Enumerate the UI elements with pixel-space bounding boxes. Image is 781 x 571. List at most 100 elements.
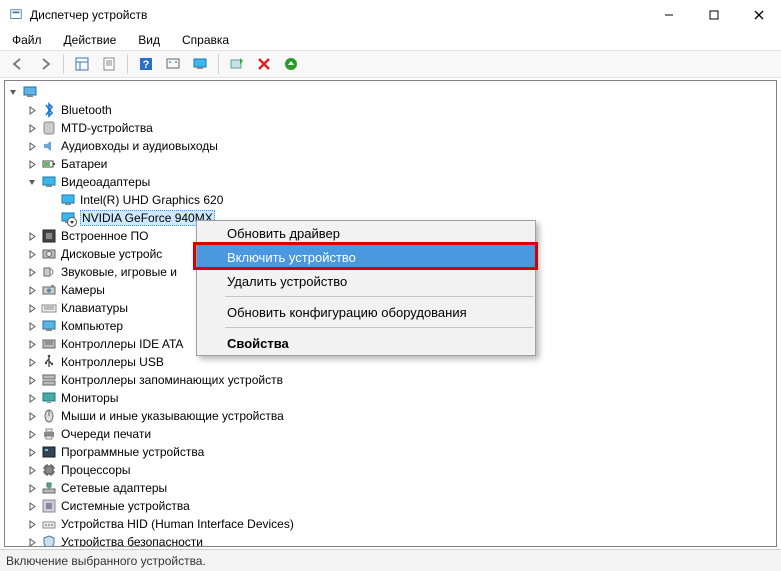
tree-item[interactable]: Устройства безопасности <box>7 533 776 547</box>
tree-item-label: Видеоадаптеры <box>61 175 150 189</box>
toolbar: ? <box>0 50 781 78</box>
tree-item[interactable]: MTD-устройства <box>7 119 776 137</box>
tree-item[interactable]: Очереди печати <box>7 425 776 443</box>
tree-item[interactable]: Аудиовходы и аудиовыходы <box>7 137 776 155</box>
expand-icon[interactable] <box>26 482 39 495</box>
tree-item-label: Bluetooth <box>61 103 112 117</box>
network-icon <box>41 480 57 496</box>
ide-icon <box>41 336 57 352</box>
tree-item-label: Контроллеры IDE ATA <box>61 337 183 351</box>
display-icon <box>60 210 76 226</box>
context-menu-item[interactable]: Обновить конфигурацию оборудования <box>197 300 535 324</box>
storage-icon <box>41 372 57 388</box>
tree-item-label: Мониторы <box>61 391 118 405</box>
context-menu-item[interactable]: Включить устройство <box>197 245 535 269</box>
devices-by-connection-button[interactable] <box>188 53 212 75</box>
view-mode-button[interactable] <box>70 53 94 75</box>
context-menu-separator <box>225 296 533 297</box>
security-icon <box>41 534 57 547</box>
tree-item-label: Встроенное ПО <box>61 229 148 243</box>
computer-icon <box>22 84 38 100</box>
expand-icon[interactable] <box>26 464 39 477</box>
menu-action[interactable]: Действие <box>62 32 119 48</box>
expand-icon[interactable] <box>26 338 39 351</box>
expand-icon[interactable] <box>26 320 39 333</box>
tree-item[interactable]: Контроллеры запоминающих устройств <box>7 371 776 389</box>
tree-item[interactable]: Устройства HID (Human Interface Devices) <box>7 515 776 533</box>
computer-icon <box>41 318 57 334</box>
tree-item[interactable] <box>7 83 776 101</box>
expand-icon[interactable] <box>26 356 39 369</box>
properties-button[interactable] <box>97 53 121 75</box>
collapse-icon[interactable] <box>26 176 39 189</box>
tree-item[interactable]: Сетевые адаптеры <box>7 479 776 497</box>
tree-item[interactable]: Видеоадаптеры <box>7 173 776 191</box>
battery-icon <box>41 156 57 172</box>
toolbar-separator <box>218 54 219 74</box>
expand-icon[interactable] <box>26 104 39 117</box>
collapse-icon[interactable] <box>7 86 20 99</box>
window-title: Диспетчер устройств <box>30 8 646 22</box>
tree-item-label: Устройства HID (Human Interface Devices) <box>61 517 294 531</box>
system-icon <box>41 498 57 514</box>
scan-hardware-button[interactable] <box>225 53 249 75</box>
disk-icon <box>41 246 57 262</box>
maximize-button[interactable] <box>691 0 736 30</box>
tree-item-label: Системные устройства <box>61 499 190 513</box>
expand-icon[interactable] <box>26 248 39 261</box>
expand-icon[interactable] <box>26 428 39 441</box>
tree-item-label: Intel(R) UHD Graphics 620 <box>80 193 223 207</box>
tree-item-label: Аудиовходы и аудиовыходы <box>61 139 218 153</box>
tree-item[interactable]: Батареи <box>7 155 776 173</box>
context-menu-item[interactable]: Обновить драйвер <box>197 221 535 245</box>
expand-icon[interactable] <box>26 302 39 315</box>
tree-item[interactable]: Процессоры <box>7 461 776 479</box>
expand-icon[interactable] <box>26 410 39 423</box>
tree-item-label: Дисковые устройс <box>61 247 162 261</box>
enable-button[interactable] <box>279 53 303 75</box>
tree-item[interactable]: Bluetooth <box>7 101 776 119</box>
status-bar: Включение выбранного устройства. <box>0 549 781 571</box>
expand-icon[interactable] <box>26 158 39 171</box>
menu-view[interactable]: Вид <box>136 32 162 48</box>
app-icon <box>8 7 24 23</box>
display-icon <box>60 192 76 208</box>
context-menu-item[interactable]: Удалить устройство <box>197 269 535 293</box>
tree-item-label: Звуковые, игровые и <box>61 265 177 279</box>
menu-help[interactable]: Справка <box>180 32 231 48</box>
tree-item[interactable]: Мониторы <box>7 389 776 407</box>
tree-item-label: Процессоры <box>61 463 131 477</box>
expand-icon[interactable] <box>26 518 39 531</box>
cpu-icon <box>41 462 57 478</box>
expand-icon[interactable] <box>26 392 39 405</box>
expand-icon[interactable] <box>26 122 39 135</box>
expand-icon[interactable] <box>26 230 39 243</box>
expand-icon[interactable] <box>26 266 39 279</box>
expand-icon[interactable] <box>26 140 39 153</box>
tree-item-label: Контроллеры USB <box>61 355 164 369</box>
nav-back-button[interactable] <box>6 53 30 75</box>
close-button[interactable] <box>736 0 781 30</box>
expand-icon[interactable] <box>26 284 39 297</box>
nav-forward-button[interactable] <box>33 53 57 75</box>
expand-icon[interactable] <box>26 446 39 459</box>
printer-icon <box>41 426 57 442</box>
tree-item-label: Клавиатуры <box>61 301 128 315</box>
help-button[interactable]: ? <box>134 53 158 75</box>
tree-item[interactable]: Программные устройства <box>7 443 776 461</box>
minimize-button[interactable] <box>646 0 691 30</box>
tree-item[interactable]: Системные устройства <box>7 497 776 515</box>
show-hidden-button[interactable] <box>161 53 185 75</box>
context-menu-item[interactable]: Свойства <box>197 331 535 355</box>
uninstall-button[interactable] <box>252 53 276 75</box>
context-menu: Обновить драйверВключить устройствоУдали… <box>196 220 536 356</box>
expand-icon[interactable] <box>26 374 39 387</box>
toolbar-separator <box>63 54 64 74</box>
camera-icon <box>41 282 57 298</box>
menu-file[interactable]: Файл <box>10 32 44 48</box>
expand-icon[interactable] <box>26 536 39 548</box>
audio-icon <box>41 138 57 154</box>
expand-icon[interactable] <box>26 500 39 513</box>
tree-item[interactable]: Intel(R) UHD Graphics 620 <box>7 191 776 209</box>
tree-item[interactable]: Мыши и иные указывающие устройства <box>7 407 776 425</box>
